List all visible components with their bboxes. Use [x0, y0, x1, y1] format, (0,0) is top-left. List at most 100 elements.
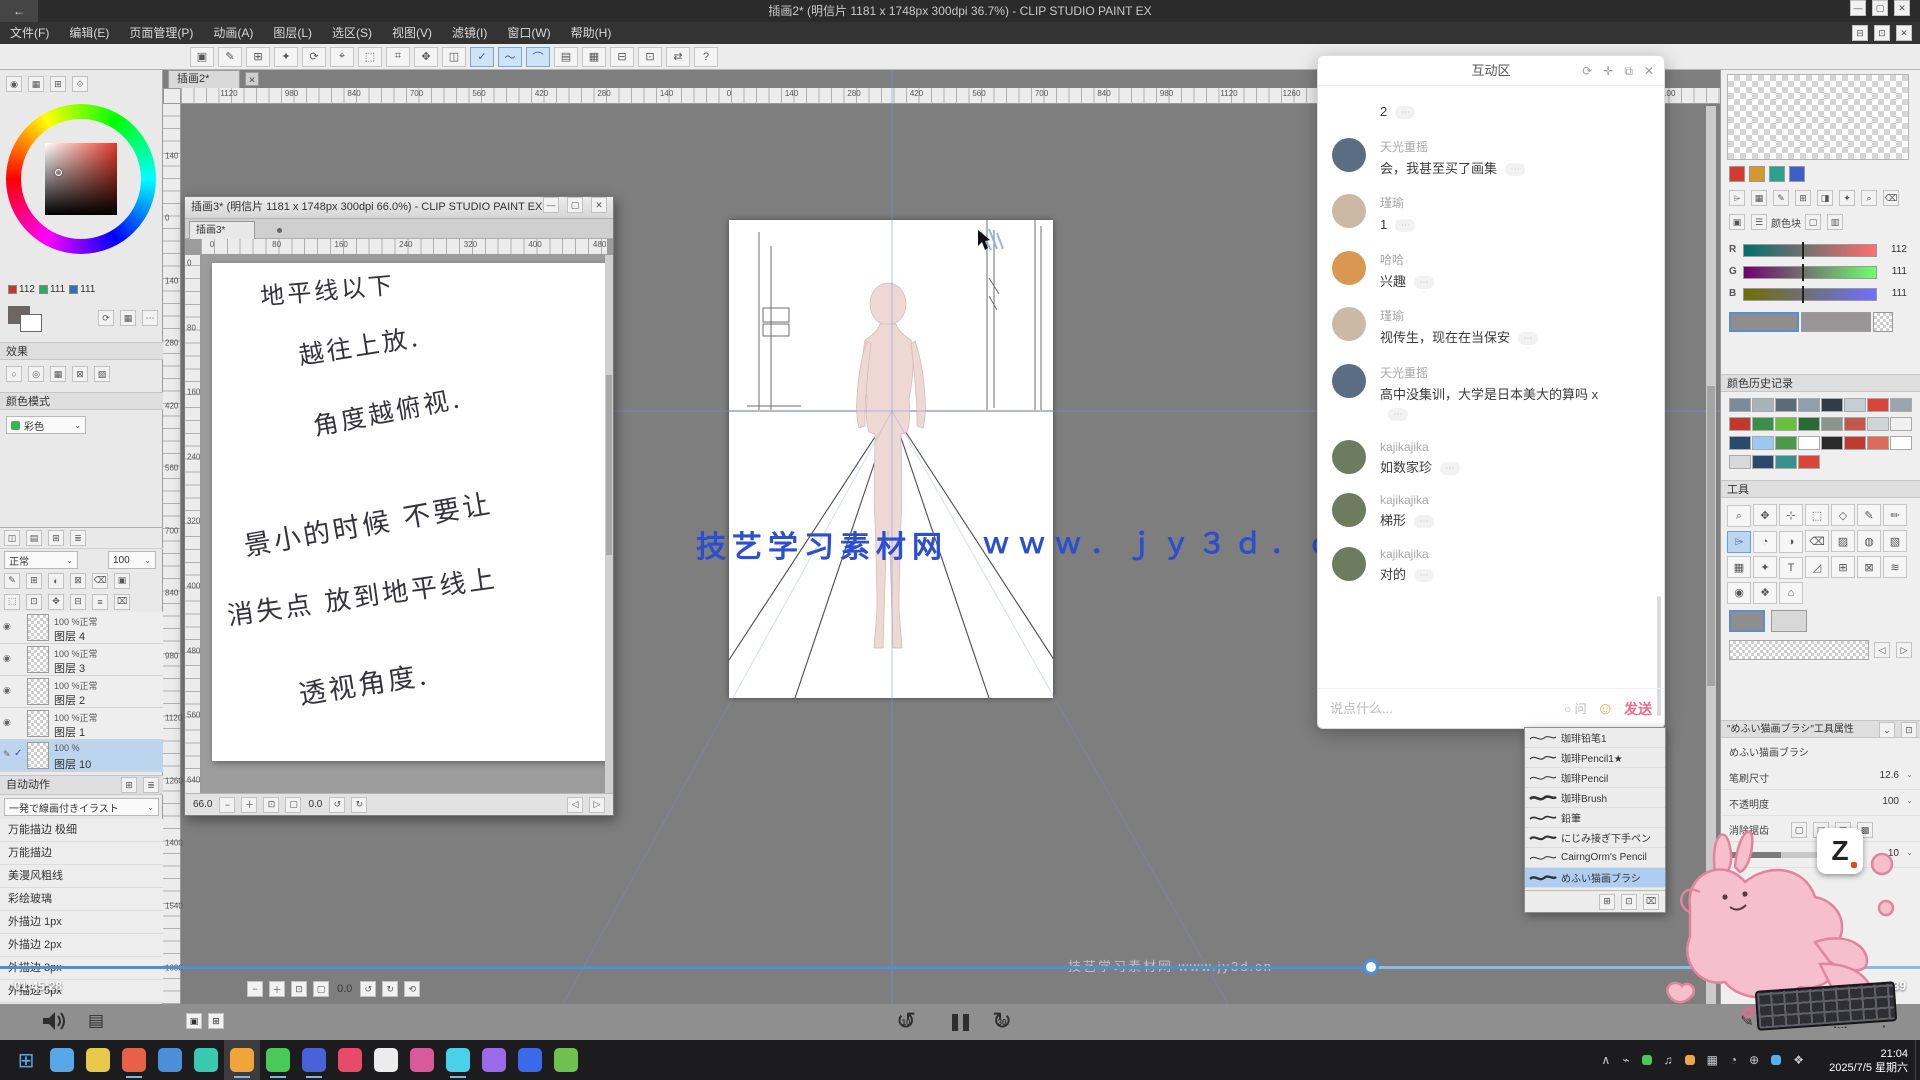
- history-color[interactable]: [1798, 436, 1820, 450]
- panel-icon[interactable]: ◁: [1874, 642, 1890, 658]
- auto-action-item[interactable]: 彩绘玻璃: [0, 888, 163, 911]
- taskbar-clock[interactable]: 21:04 2025/7/5 星期六: [1829, 1047, 1908, 1076]
- toolbar-icon[interactable]: ⊞: [246, 47, 270, 67]
- toolbar-icon[interactable]: ⊟: [610, 47, 634, 67]
- tool-icon[interactable]: ◇: [1831, 504, 1855, 526]
- panel-icon[interactable]: ⌕: [1861, 190, 1877, 206]
- panel-icon[interactable]: ◎: [28, 366, 44, 382]
- panel-icon[interactable]: ▢: [567, 197, 583, 213]
- panel-icon[interactable]: ⊞: [121, 777, 137, 793]
- volume-button[interactable]: [40, 1008, 66, 1039]
- toolbar-icon[interactable]: ⌗: [386, 47, 410, 67]
- panel-icon[interactable]: ✎: [4, 573, 20, 589]
- toolbar-icon[interactable]: ⌒: [526, 47, 550, 67]
- menu-item[interactable]: 帮助(H): [561, 22, 622, 44]
- toolbar-icon[interactable]: ⊡: [638, 47, 662, 67]
- panel-icon[interactable]: ＋: [269, 981, 285, 997]
- auto-action-item[interactable]: 美漫风粗线: [0, 865, 163, 888]
- panel-icon[interactable]: ⌧: [114, 594, 130, 610]
- send-button[interactable]: 发送: [1624, 699, 1652, 719]
- taskbar-app[interactable]: [476, 1040, 512, 1080]
- history-color[interactable]: [1821, 436, 1843, 450]
- history-color[interactable]: [1775, 398, 1797, 412]
- panel-icon[interactable]: ⟳: [1582, 64, 1592, 78]
- background-swatch[interactable]: [20, 314, 42, 332]
- taskbar-app[interactable]: [296, 1040, 332, 1080]
- panel-icon[interactable]: ◫: [4, 530, 20, 546]
- tray-icon[interactable]: [1642, 1055, 1652, 1065]
- tool-icon[interactable]: ✥: [1753, 504, 1777, 526]
- avatar[interactable]: [1332, 138, 1366, 172]
- toolbar-icon[interactable]: ⌖: [330, 47, 354, 67]
- panel-icon[interactable]: ▢: [1805, 214, 1821, 230]
- panel-icon[interactable]: ⋯: [142, 310, 158, 326]
- panel-icon[interactable]: ⊡: [263, 797, 279, 813]
- history-color[interactable]: [1729, 455, 1751, 469]
- panel-icon[interactable]: ↻: [382, 981, 398, 997]
- floating-window-titlebar[interactable]: 插画3* (明信片 1181 x 1748px 300dpi 66.0%) - …: [185, 197, 613, 219]
- show-desktop-button[interactable]: [1915, 1040, 1920, 1080]
- sv-cursor[interactable]: [55, 169, 62, 176]
- tray-icon[interactable]: ❖: [1793, 1053, 1804, 1067]
- taskbar-app[interactable]: ⊞: [8, 1040, 44, 1080]
- history-color[interactable]: [1752, 436, 1774, 450]
- layer-row[interactable]: ◉100 %正常图层 2: [0, 676, 163, 708]
- panel-icon[interactable]: ▥: [1827, 214, 1843, 230]
- panel-icon[interactable]: ◁: [567, 797, 583, 813]
- menu-item[interactable]: 编辑(E): [59, 22, 119, 44]
- panel-icon[interactable]: ⊞: [208, 1013, 224, 1029]
- history-color[interactable]: [1752, 417, 1774, 431]
- panel-icon[interactable]: ⊡: [26, 594, 42, 610]
- auto-action-item[interactable]: 万能描边: [0, 842, 163, 865]
- panel-icon[interactable]: ⊡: [1874, 25, 1890, 41]
- panel-icon[interactable]: ▦: [50, 366, 66, 382]
- toolbar-icon[interactable]: ⇄: [666, 47, 690, 67]
- panel-icon[interactable]: −: [247, 981, 263, 997]
- tool-icon[interactable]: ◿: [1805, 556, 1829, 578]
- edit-pen-icon[interactable]: ✎: [3, 749, 11, 760]
- avatar[interactable]: [1332, 251, 1366, 285]
- color-mode-dropdown[interactable]: 彩色 ⌄: [6, 416, 86, 434]
- panel-icon[interactable]: ▢: [313, 981, 329, 997]
- panel-icon[interactable]: ▤: [26, 530, 42, 546]
- tool-icon[interactable]: ▧: [1883, 530, 1907, 552]
- color-wheel[interactable]: [6, 104, 156, 254]
- taskbar-app[interactable]: [368, 1040, 404, 1080]
- history-color[interactable]: [1890, 398, 1912, 412]
- panel-icon[interactable]: ▢: [1872, 0, 1888, 16]
- panel-icon[interactable]: ▦: [1751, 190, 1767, 206]
- tray-icon[interactable]: ♫: [1664, 1053, 1673, 1067]
- message-menu-icon[interactable]: ⋯: [1395, 219, 1415, 232]
- auto-action-item[interactable]: 万能描边 极细: [0, 819, 163, 842]
- chevron-down-icon[interactable]: ⌄: [1906, 848, 1913, 857]
- color-chip[interactable]: [1769, 166, 1785, 182]
- toolbar-icon[interactable]: ▦: [582, 47, 606, 67]
- chevron-down-icon[interactable]: ⌄: [1906, 796, 1913, 805]
- taskbar-app[interactable]: [44, 1040, 80, 1080]
- current-color-swatch[interactable]: [1729, 312, 1799, 332]
- panel-icon[interactable]: ○: [6, 366, 22, 382]
- visibility-icon[interactable]: ◉: [3, 685, 11, 696]
- panel-icon[interactable]: ▦: [120, 310, 136, 326]
- panel-icon[interactable]: ≣: [70, 530, 86, 546]
- panel-icon[interactable]: ⊞: [48, 530, 64, 546]
- tool-icon[interactable]: ◑: [1779, 531, 1803, 553]
- brush-item[interactable]: 珈琲Pencil1★: [1525, 748, 1665, 768]
- taskbar-app[interactable]: [260, 1040, 296, 1080]
- tool-icon[interactable]: ❖: [1753, 582, 1777, 604]
- pause-button[interactable]: [952, 1014, 969, 1031]
- compare-color-swatch[interactable]: [1801, 312, 1871, 332]
- panel-icon[interactable]: ▣: [186, 1013, 202, 1029]
- tray-icon[interactable]: ⌁: [1622, 1053, 1629, 1067]
- tool-icon[interactable]: ◉: [1727, 582, 1751, 604]
- panel-icon[interactable]: ✕: [1896, 25, 1912, 41]
- panel-icon[interactable]: ⌫: [1883, 190, 1899, 206]
- layer-row[interactable]: ◉100 %正常图层 4: [0, 612, 163, 644]
- tool-icon[interactable]: ✦: [1753, 556, 1777, 578]
- panel-icon[interactable]: ⌫: [92, 573, 108, 589]
- panel-icon[interactable]: ⟳: [98, 310, 114, 326]
- tool-icon[interactable]: T: [1779, 557, 1803, 579]
- history-color[interactable]: [1890, 417, 1912, 431]
- panel-icon[interactable]: ≣: [143, 777, 159, 793]
- history-color[interactable]: [1752, 455, 1774, 469]
